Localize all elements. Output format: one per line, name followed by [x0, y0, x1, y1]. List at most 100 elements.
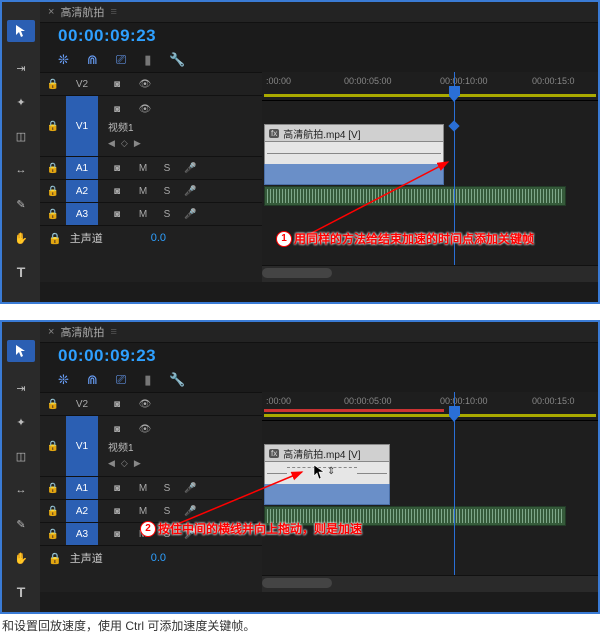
toggle-output-icon[interactable]: ◙ — [108, 506, 126, 517]
track-label-v1[interactable]: V1 — [66, 96, 98, 156]
video-clip[interactable]: fx高清航拍.mp4 [V] ⇕ — [264, 444, 390, 502]
keyframe-marker-icon[interactable] — [448, 120, 459, 131]
solo-button[interactable]: S — [160, 163, 174, 174]
selection-tool-icon[interactable] — [7, 340, 35, 362]
timecode-display[interactable]: 00:00:09:23 — [58, 346, 156, 366]
track-select-tool-icon[interactable]: ⇥ — [13, 60, 29, 76]
voice-icon[interactable]: 🎤 — [184, 506, 196, 517]
solo-button[interactable]: S — [160, 186, 174, 197]
snap-icon[interactable]: ❊ — [58, 52, 69, 68]
magnet-icon[interactable]: ⋒ — [87, 52, 98, 68]
slip-tool-icon[interactable]: ↔ — [13, 482, 29, 498]
voice-icon[interactable]: 🎤 — [184, 186, 196, 197]
pen-tool-icon[interactable]: ✎ — [13, 516, 29, 532]
keyframe-nav[interactable]: ◀◇▶ — [108, 138, 141, 149]
lock-icon[interactable]: 🔒 — [40, 506, 66, 517]
audio-clip-a1[interactable] — [264, 186, 566, 206]
mute-button[interactable]: M — [136, 483, 150, 494]
toggle-output-icon[interactable]: ◙ — [108, 163, 126, 174]
tab-drag-icon[interactable]: ≡ — [110, 326, 117, 338]
playhead[interactable] — [454, 392, 455, 592]
time-ruler[interactable]: :00:00 00:00:05:00 00:00:10:00 00:00:15:… — [262, 72, 598, 101]
lock-icon[interactable]: 🔒 — [40, 399, 66, 410]
toggle-output-icon[interactable]: ◙ — [108, 399, 126, 410]
sequence-tab[interactable]: × 高清航拍 ≡ — [40, 2, 598, 23]
settings-icon[interactable]: 🔧 — [169, 52, 185, 68]
lock-icon[interactable]: 🔒 — [40, 441, 66, 452]
lock-icon[interactable]: 🔒 — [40, 121, 66, 132]
lock-icon[interactable]: 🔒 — [40, 483, 66, 494]
mute-button[interactable]: M — [136, 506, 150, 517]
master-level[interactable]: 0.0 — [151, 552, 166, 564]
track-label-a1[interactable]: A1 — [66, 157, 98, 179]
markers-icon[interactable]: ▮ — [144, 52, 151, 68]
timeline-tracks-area[interactable]: :00:00 00:00:05:00 00:00:10:00 00:00:15:… — [262, 392, 598, 592]
solo-button[interactable]: S — [160, 209, 174, 220]
keyframe-nav[interactable]: ◀◇▶ — [108, 458, 141, 469]
slip-tool-icon[interactable]: ↔ — [13, 162, 29, 178]
track-label-a1[interactable]: A1 — [66, 477, 98, 499]
hand-tool-icon[interactable]: ✋ — [13, 230, 29, 246]
playhead[interactable] — [454, 72, 455, 282]
track-select-tool-icon[interactable]: ⇥ — [13, 380, 29, 396]
tab-close-icon[interactable]: × — [48, 6, 54, 18]
toggle-output-icon[interactable]: ◙ — [108, 104, 126, 115]
clip-speed-band[interactable] — [264, 142, 444, 164]
snap-icon[interactable]: ❊ — [58, 372, 69, 388]
magnet-icon[interactable]: ⋒ — [87, 372, 98, 388]
solo-button[interactable]: S — [160, 483, 174, 494]
hand-tool-icon[interactable]: ✋ — [13, 550, 29, 566]
toggle-output-icon[interactable]: ◙ — [108, 424, 126, 435]
sequence-tab[interactable]: × 高清航拍 ≡ — [40, 322, 598, 343]
lock-icon[interactable]: 🔒 — [40, 186, 66, 197]
tab-close-icon[interactable]: × — [48, 326, 54, 338]
toggle-output-icon[interactable]: ◙ — [108, 79, 126, 90]
lock-icon[interactable]: 🔒 — [40, 163, 66, 174]
fx-badge-icon[interactable]: fx — [269, 129, 279, 138]
lock-icon[interactable]: 🔒 — [48, 232, 62, 245]
track-label-a2[interactable]: A2 — [66, 500, 98, 522]
lock-icon[interactable]: 🔒 — [40, 209, 66, 220]
timeline-tracks-area[interactable]: :00:00 00:00:05:00 00:00:10:00 00:00:15:… — [262, 72, 598, 282]
lock-icon[interactable]: 🔒 — [40, 529, 66, 540]
track-label-v2[interactable]: V2 — [66, 393, 98, 415]
lock-icon[interactable]: 🔒 — [40, 79, 66, 90]
mute-button[interactable]: M — [136, 186, 150, 197]
mute-button[interactable]: M — [136, 209, 150, 220]
zoom-scrollbar[interactable] — [262, 268, 332, 278]
zoom-scrollbar[interactable] — [262, 578, 332, 588]
pen-tool-icon[interactable]: ✎ — [13, 196, 29, 212]
type-tool-icon[interactable]: T — [13, 584, 29, 600]
voice-icon[interactable]: 🎤 — [184, 483, 196, 494]
timecode-display[interactable]: 00:00:09:23 — [58, 26, 156, 46]
drag-handle-icon[interactable]: ⇕ — [327, 466, 335, 477]
razor-tool-icon[interactable]: ◫ — [13, 128, 29, 144]
solo-button[interactable]: S — [160, 506, 174, 517]
toggle-output-icon[interactable]: ◙ — [108, 483, 126, 494]
linked-selection-icon[interactable]: ⎚ — [116, 372, 126, 388]
toggle-sync-icon[interactable]: 👁 — [136, 104, 154, 115]
work-area-bar[interactable] — [264, 414, 596, 417]
ripple-edit-tool-icon[interactable]: ✦ — [13, 414, 29, 430]
track-label-v2[interactable]: V2 — [66, 73, 98, 95]
master-level[interactable]: 0.0 — [151, 232, 166, 244]
video-clip[interactable]: fx高清航拍.mp4 [V] — [264, 124, 444, 182]
track-label-a3[interactable]: A3 — [66, 203, 98, 225]
type-tool-icon[interactable]: T — [13, 264, 29, 280]
razor-tool-icon[interactable]: ◫ — [13, 448, 29, 464]
toggle-sync-icon[interactable]: 👁 — [136, 424, 154, 435]
track-label-a2[interactable]: A2 — [66, 180, 98, 202]
toggle-sync-icon[interactable]: 👁 — [136, 79, 154, 90]
markers-icon[interactable]: ▮ — [144, 372, 151, 388]
ripple-edit-tool-icon[interactable]: ✦ — [13, 94, 29, 110]
fx-badge-icon[interactable]: fx — [269, 449, 279, 458]
toggle-output-icon[interactable]: ◙ — [108, 209, 126, 220]
voice-icon[interactable]: 🎤 — [184, 209, 196, 220]
clip-speed-band[interactable]: ⇕ — [264, 462, 390, 484]
toggle-output-icon[interactable]: ◙ — [108, 529, 126, 540]
tab-drag-icon[interactable]: ≡ — [110, 6, 117, 18]
voice-icon[interactable]: 🎤 — [184, 163, 196, 174]
selection-tool-icon[interactable] — [7, 20, 35, 42]
linked-selection-icon[interactable]: ⎚ — [116, 52, 126, 68]
time-ruler[interactable]: :00:00 00:00:05:00 00:00:10:00 00:00:15:… — [262, 392, 598, 421]
